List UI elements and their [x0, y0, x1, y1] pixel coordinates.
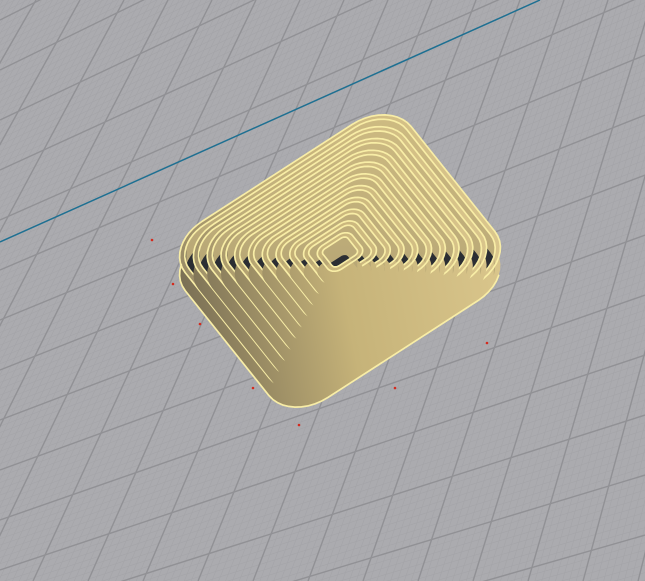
vertex-marker: [297, 423, 301, 427]
vertex-marker: [251, 386, 255, 390]
vertex-marker: [150, 238, 154, 242]
vertex-marker: [198, 322, 202, 326]
vertex-marker: [393, 386, 397, 390]
vertex-marker: [485, 341, 489, 345]
viewport-3d[interactable]: [0, 0, 645, 581]
vertex-marker: [171, 282, 175, 286]
viewport-container: [0, 0, 645, 581]
